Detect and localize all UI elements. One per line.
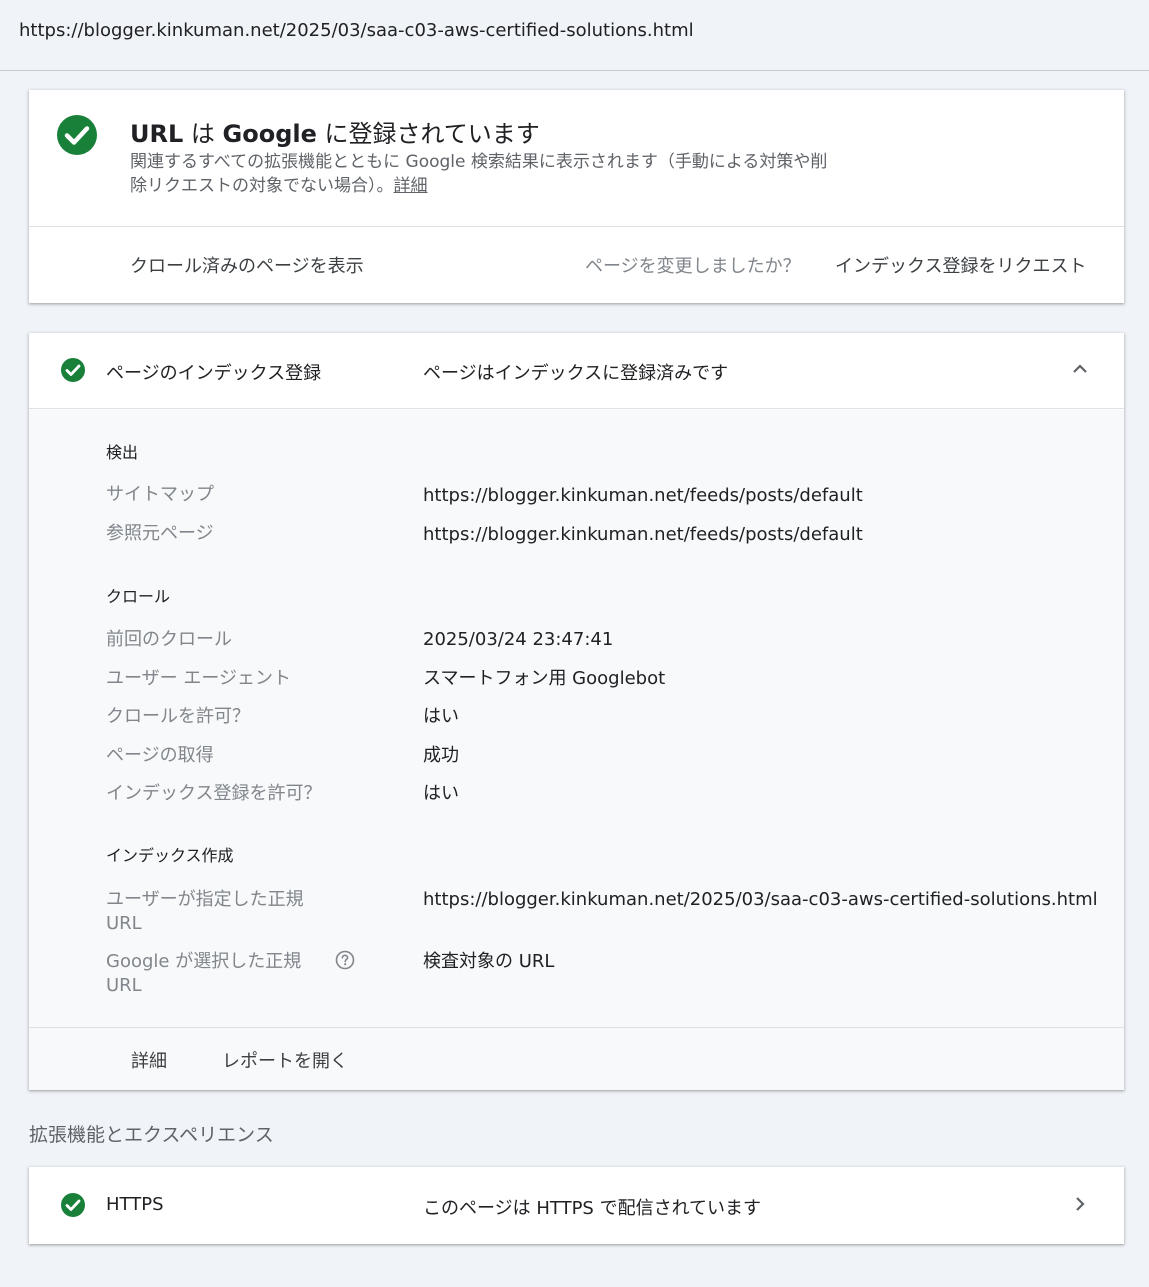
- check-circle-icon: [61, 1193, 85, 1217]
- indexing-allowed-label: インデックス登録を許可？: [106, 783, 322, 804]
- referring-page-value: https://blogger.kinkuman.net/feeds/posts…: [423, 524, 863, 545]
- enhancements-heading: 拡張機能とエクスペリエンス: [29, 1124, 274, 1146]
- google-canonical-label: Google が選択した正規 URL: [106, 951, 302, 996]
- page-fetch-label: ページの取得: [106, 745, 214, 766]
- help-icon[interactable]: [335, 950, 355, 970]
- page-indexing-status: ページはインデックスに登録済みです: [423, 363, 729, 384]
- user-agent-value: スマートフォン用 Googlebot: [423, 668, 666, 689]
- https-status: このページは HTTPS で配信されています: [423, 1198, 762, 1219]
- inspected-url: https://blogger.kinkuman.net/2025/03/saa…: [0, 0, 1149, 71]
- index-summary-card: URL は Google に登録されています 関連するすべての拡張機能とともに …: [29, 90, 1124, 303]
- user-agent-label: ユーザー エージェント: [106, 668, 292, 689]
- page-changed-question: ページを変更しましたか？: [585, 256, 801, 277]
- user-canonical-label: ユーザーが指定した正規 URL: [106, 889, 304, 934]
- indexing-heading: インデックス作成: [106, 846, 234, 865]
- crawl-allowed-label: クロールを許可？: [106, 706, 250, 727]
- sitemap-value: https://blogger.kinkuman.net/feeds/posts…: [423, 485, 863, 506]
- page-indexing-footer: 詳細 レポートを開く: [29, 1027, 1124, 1090]
- last-crawl-label: 前回のクロール: [106, 629, 232, 650]
- crawl-heading: クロール: [106, 587, 171, 606]
- view-crawled-page-button[interactable]: クロール済みのページを表示: [130, 252, 364, 278]
- summary-description: 関連するすべての拡張機能とともに Google 検索結果に表示されます（手動によ…: [130, 152, 828, 196]
- crawl-allowed-value: はい: [423, 706, 459, 727]
- chevron-right-icon[interactable]: [1070, 1194, 1090, 1214]
- check-circle-icon: [61, 358, 85, 382]
- referring-page-label: 参照元ページ: [106, 523, 214, 544]
- sitemap-label: サイトマップ: [106, 484, 214, 505]
- check-circle-icon: [57, 115, 97, 155]
- https-label: HTTPS: [106, 1194, 164, 1215]
- page-indexing-header[interactable]: ページのインデックス登録 ページはインデックスに登録済みです: [29, 333, 1124, 409]
- chevron-up-icon[interactable]: [1070, 359, 1090, 379]
- discovery-heading: 検出: [106, 443, 139, 462]
- google-canonical-value: 検査対象の URL: [423, 951, 555, 972]
- request-indexing-button[interactable]: インデックス登録をリクエスト: [835, 252, 1086, 278]
- open-report-button[interactable]: レポートを開く: [222, 1047, 348, 1073]
- summary-title: URL は Google に登録されています: [130, 120, 540, 148]
- divider: [29, 226, 1124, 227]
- user-canonical-value: https://blogger.kinkuman.net/2025/03/saa…: [423, 889, 1098, 910]
- details-button[interactable]: 詳細: [131, 1047, 167, 1073]
- indexing-allowed-value: はい: [423, 783, 459, 804]
- last-crawl-value: 2025/03/24 23:47:41: [423, 629, 614, 650]
- https-card[interactable]: HTTPS このページは HTTPS で配信されています: [29, 1167, 1124, 1244]
- learn-more-link[interactable]: 詳細: [394, 176, 428, 196]
- page-fetch-value: 成功: [423, 745, 459, 766]
- page-indexing-label: ページのインデックス登録: [106, 363, 322, 384]
- page-indexing-card: ページのインデックス登録 ページはインデックスに登録済みです 検出 サイトマップ…: [29, 333, 1124, 1090]
